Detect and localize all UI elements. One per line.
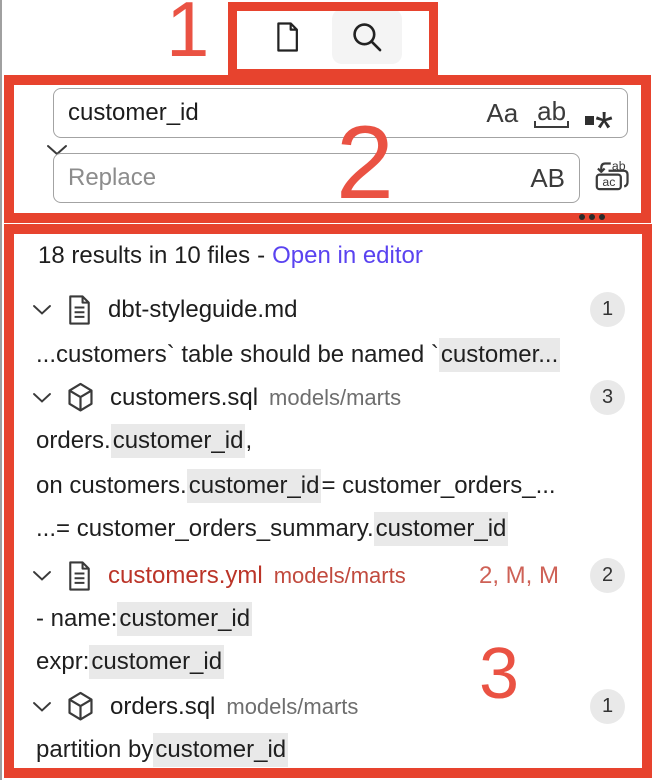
match-highlight: customer_id: [110, 423, 246, 458]
search-sidebar: Aa ab * AB ab ac 18 results in: [0, 0, 656, 780]
match-text: expr:: [36, 647, 90, 675]
chevron-down-icon[interactable]: [31, 699, 53, 714]
file-row[interactable]: dbt-styleguide.md 1: [0, 288, 656, 331]
file-name: customers.yml: [108, 561, 263, 589]
file-path: models/marts: [269, 384, 402, 410]
search-icon: [350, 20, 384, 54]
match-text: orders.: [36, 426, 111, 454]
file-row[interactable]: customers.yml models/marts 2, M, M 2: [0, 554, 656, 597]
match-count-badge: 1: [590, 292, 625, 327]
match-count-badge: 3: [590, 380, 625, 415]
match-highlight: customer...: [438, 337, 561, 372]
match-text: ,: [245, 426, 253, 454]
chevron-down-icon[interactable]: [31, 390, 53, 405]
replace-input-box: AB: [53, 153, 580, 203]
file-name: orders.sql: [110, 692, 216, 720]
match-text: partition by: [36, 735, 154, 763]
match-text: - name:: [36, 604, 118, 632]
annotation-label-1: 1: [166, 0, 210, 73]
chevron-down-icon[interactable]: [31, 302, 53, 317]
match-case-toggle[interactable]: Aa: [486, 100, 518, 126]
match-row[interactable]: expr: customer_id: [0, 640, 656, 683]
document-icon: [65, 560, 94, 592]
match-row[interactable]: partition by customer_id: [0, 728, 656, 771]
match-highlight: customer_id: [153, 732, 289, 767]
match-highlight: customer_id: [373, 511, 509, 546]
file-name: customers.sql: [110, 383, 259, 411]
match-row[interactable]: orders. customer_id,: [0, 419, 656, 462]
search-results: 18 results in 10 files - Open in editor …: [0, 236, 656, 771]
summary-separator: -: [257, 242, 266, 269]
files-tab-button[interactable]: [258, 9, 316, 64]
search-input-box: Aa ab *: [53, 88, 628, 151]
model-cube-icon: [65, 691, 96, 722]
match-highlight: customer_id: [186, 468, 322, 503]
search-tab-button[interactable]: [332, 9, 402, 64]
replace-all-icon: ab ac: [594, 159, 632, 201]
model-cube-icon: [65, 382, 96, 413]
replace-input[interactable]: [54, 164, 531, 192]
chevron-down-icon[interactable]: [31, 568, 53, 583]
file-decoration: 2, M, M: [478, 561, 559, 589]
match-row[interactable]: - name: customer_id: [0, 597, 656, 640]
match-text: ...= customer_orders_summary.: [36, 514, 374, 542]
file-name: dbt-styleguide.md: [108, 295, 298, 323]
match-text: on customers.: [36, 471, 187, 499]
match-row[interactable]: ...= customer_orders_summary. customer_id: [0, 507, 656, 550]
regex-dot: [585, 116, 595, 125]
results-tree: dbt-styleguide.md 1 ...customers` table sh…: [0, 288, 656, 771]
preserve-case-toggle[interactable]: AB: [530, 165, 565, 191]
open-in-editor-link[interactable]: Open in editor: [272, 242, 423, 270]
regex-toggle[interactable]: *: [585, 96, 613, 151]
replace-all-button[interactable]: ab ac: [594, 159, 632, 197]
search-input[interactable]: [54, 99, 487, 127]
results-summary-row: 18 results in 10 files - Open in editor: [0, 236, 656, 276]
match-count-badge: 1: [590, 689, 625, 724]
match-text: = customer_orders_...: [321, 471, 556, 499]
match-count-badge: 2: [590, 558, 625, 593]
file-path: models/marts: [226, 693, 359, 719]
svg-text:ac: ac: [602, 175, 615, 189]
file-path: models/marts: [273, 562, 406, 588]
match-row[interactable]: ...customers` table should be named ` cus…: [0, 333, 656, 376]
file-row[interactable]: customers.sql models/marts 3: [0, 376, 656, 419]
file-row[interactable]: orders.sql models/marts 1: [0, 685, 656, 728]
file-icon: [272, 21, 302, 53]
match-highlight: customer_id: [89, 644, 225, 679]
toggle-search-details-button[interactable]: [579, 214, 605, 220]
whole-word-toggle[interactable]: ab: [534, 98, 570, 128]
document-icon: [65, 294, 94, 326]
results-summary-text: 18 results in 10 files: [38, 242, 251, 269]
match-highlight: customer_id: [117, 601, 253, 636]
match-row[interactable]: on customers. customer_id = customer_orde…: [0, 464, 656, 507]
match-text: ...customers` table should be named `: [36, 340, 439, 368]
